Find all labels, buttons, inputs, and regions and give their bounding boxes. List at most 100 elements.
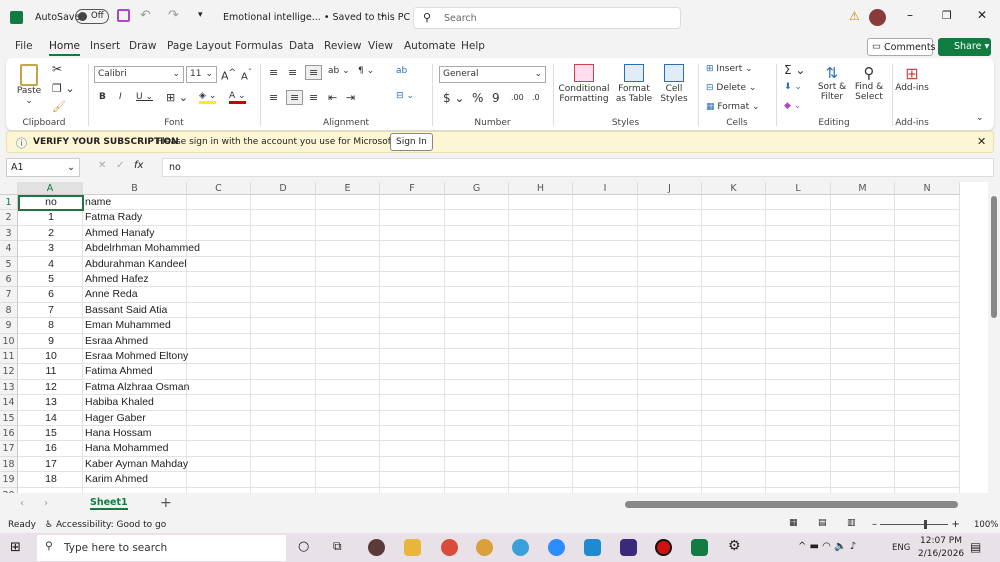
cell[interactable] (573, 487, 638, 493)
row-header[interactable]: 5 (0, 256, 18, 272)
cell[interactable] (638, 410, 702, 426)
cell[interactable] (509, 395, 573, 411)
cell[interactable] (316, 364, 380, 380)
increase-indent-icon[interactable]: ⇥ (346, 91, 355, 104)
cell[interactable] (380, 456, 445, 473)
cell[interactable]: Hana Hossam (83, 426, 187, 442)
tab-insert[interactable]: Insert (90, 40, 120, 52)
cell[interactable] (638, 395, 702, 411)
cell[interactable] (831, 225, 895, 242)
cell[interactable] (702, 472, 766, 488)
cell[interactable] (509, 456, 573, 473)
fill-icon[interactable]: ⬇ ⌄ (784, 82, 802, 92)
cell[interactable] (380, 210, 445, 226)
format-button[interactable]: ▦ Format ⌄ (706, 102, 760, 112)
cell[interactable] (316, 272, 380, 288)
cell[interactable]: 8 (18, 318, 83, 334)
cell[interactable] (702, 225, 766, 242)
row-header[interactable]: 10 (0, 333, 18, 349)
cell[interactable] (702, 318, 766, 334)
column-header[interactable]: D (251, 182, 316, 195)
cell[interactable]: 12 (18, 379, 83, 396)
cell[interactable]: Fatima Ahmed (83, 364, 187, 380)
clear-icon[interactable]: ◆ ⌄ (784, 101, 801, 111)
tab-review[interactable]: Review (324, 40, 361, 52)
cell[interactable] (380, 241, 445, 257)
cell[interactable] (187, 364, 251, 380)
cell[interactable] (831, 487, 895, 493)
vscode-icon[interactable] (584, 539, 601, 556)
increase-decimal-icon[interactable]: .00 (511, 93, 524, 102)
cell[interactable] (573, 241, 638, 257)
cell[interactable]: 5 (18, 272, 83, 288)
cell[interactable]: 11 (18, 364, 83, 380)
cell[interactable]: 10 (18, 349, 83, 365)
cell[interactable] (509, 302, 573, 319)
cell[interactable] (831, 456, 895, 473)
cell[interactable] (702, 333, 766, 349)
cell[interactable] (702, 487, 766, 493)
search-input[interactable]: ⚲ Search (413, 7, 681, 29)
system-tray-icons[interactable]: ^ ▬ ◠ 🔈 ♪ (798, 541, 856, 552)
cell[interactable] (766, 225, 831, 242)
fill-color-icon[interactable]: ◈ ⌄ (199, 91, 217, 104)
cell[interactable] (445, 210, 509, 226)
cell[interactable] (831, 287, 895, 303)
cell[interactable] (702, 426, 766, 442)
cell[interactable]: 15 (18, 426, 83, 442)
sign-in-button[interactable]: Sign In (390, 133, 433, 151)
cell[interactable] (316, 441, 380, 457)
cell[interactable] (380, 472, 445, 488)
cell[interactable] (509, 487, 573, 493)
cell[interactable] (638, 272, 702, 288)
cell[interactable]: Bassant Said Atia (83, 302, 187, 319)
save-icon[interactable] (117, 9, 130, 22)
autosave-toggle[interactable]: Off (75, 9, 109, 24)
add-ins-button[interactable]: ⊞ Add-ins (894, 64, 930, 93)
cell[interactable] (251, 272, 316, 288)
cell[interactable] (638, 472, 702, 488)
cell[interactable] (187, 225, 251, 242)
row-header[interactable]: 1 (0, 195, 18, 211)
tab-page-layout[interactable]: Page Layout (167, 40, 231, 52)
cell[interactable] (638, 349, 702, 365)
comments-button[interactable]: ▭ Comments (867, 38, 936, 56)
cell[interactable] (895, 287, 960, 303)
cell[interactable] (895, 379, 960, 396)
cell[interactable] (766, 472, 831, 488)
cell[interactable] (831, 256, 895, 272)
add-sheet-button[interactable]: + (160, 495, 172, 511)
cell[interactable] (380, 195, 445, 211)
cell[interactable] (251, 302, 316, 319)
select-all-corner[interactable] (0, 182, 18, 195)
cell[interactable] (573, 349, 638, 365)
cell[interactable] (316, 225, 380, 242)
italic-button[interactable]: I (119, 92, 122, 102)
cell[interactable] (187, 441, 251, 457)
insert-function-icon[interactable]: fx (134, 160, 143, 171)
cell[interactable] (831, 272, 895, 288)
cell[interactable]: Karim Ahmed (83, 472, 187, 488)
cell[interactable] (380, 318, 445, 334)
maximize-button[interactable]: ❐ (942, 9, 952, 22)
cell[interactable] (573, 333, 638, 349)
cell[interactable] (316, 241, 380, 257)
cell[interactable] (766, 272, 831, 288)
cell[interactable]: Anne Reda (83, 287, 187, 303)
cell[interactable] (445, 410, 509, 426)
cell[interactable] (187, 256, 251, 272)
row-header[interactable]: 13 (0, 379, 18, 396)
task-view-icon[interactable]: ⧉ (333, 539, 342, 554)
cell[interactable] (251, 225, 316, 242)
clock-time[interactable]: 12:07 PM (920, 536, 962, 546)
warning-icon[interactable]: ⚠ (849, 9, 860, 23)
cell[interactable] (316, 287, 380, 303)
cell[interactable] (83, 487, 187, 493)
row-header[interactable]: 19 (0, 472, 18, 488)
cell[interactable] (380, 333, 445, 349)
row-header[interactable]: 11 (0, 349, 18, 365)
cell[interactable] (766, 256, 831, 272)
font-color-icon[interactable]: A ⌄ (229, 91, 246, 104)
cell[interactable] (638, 379, 702, 396)
cell[interactable]: Eman Muhammed (83, 318, 187, 334)
